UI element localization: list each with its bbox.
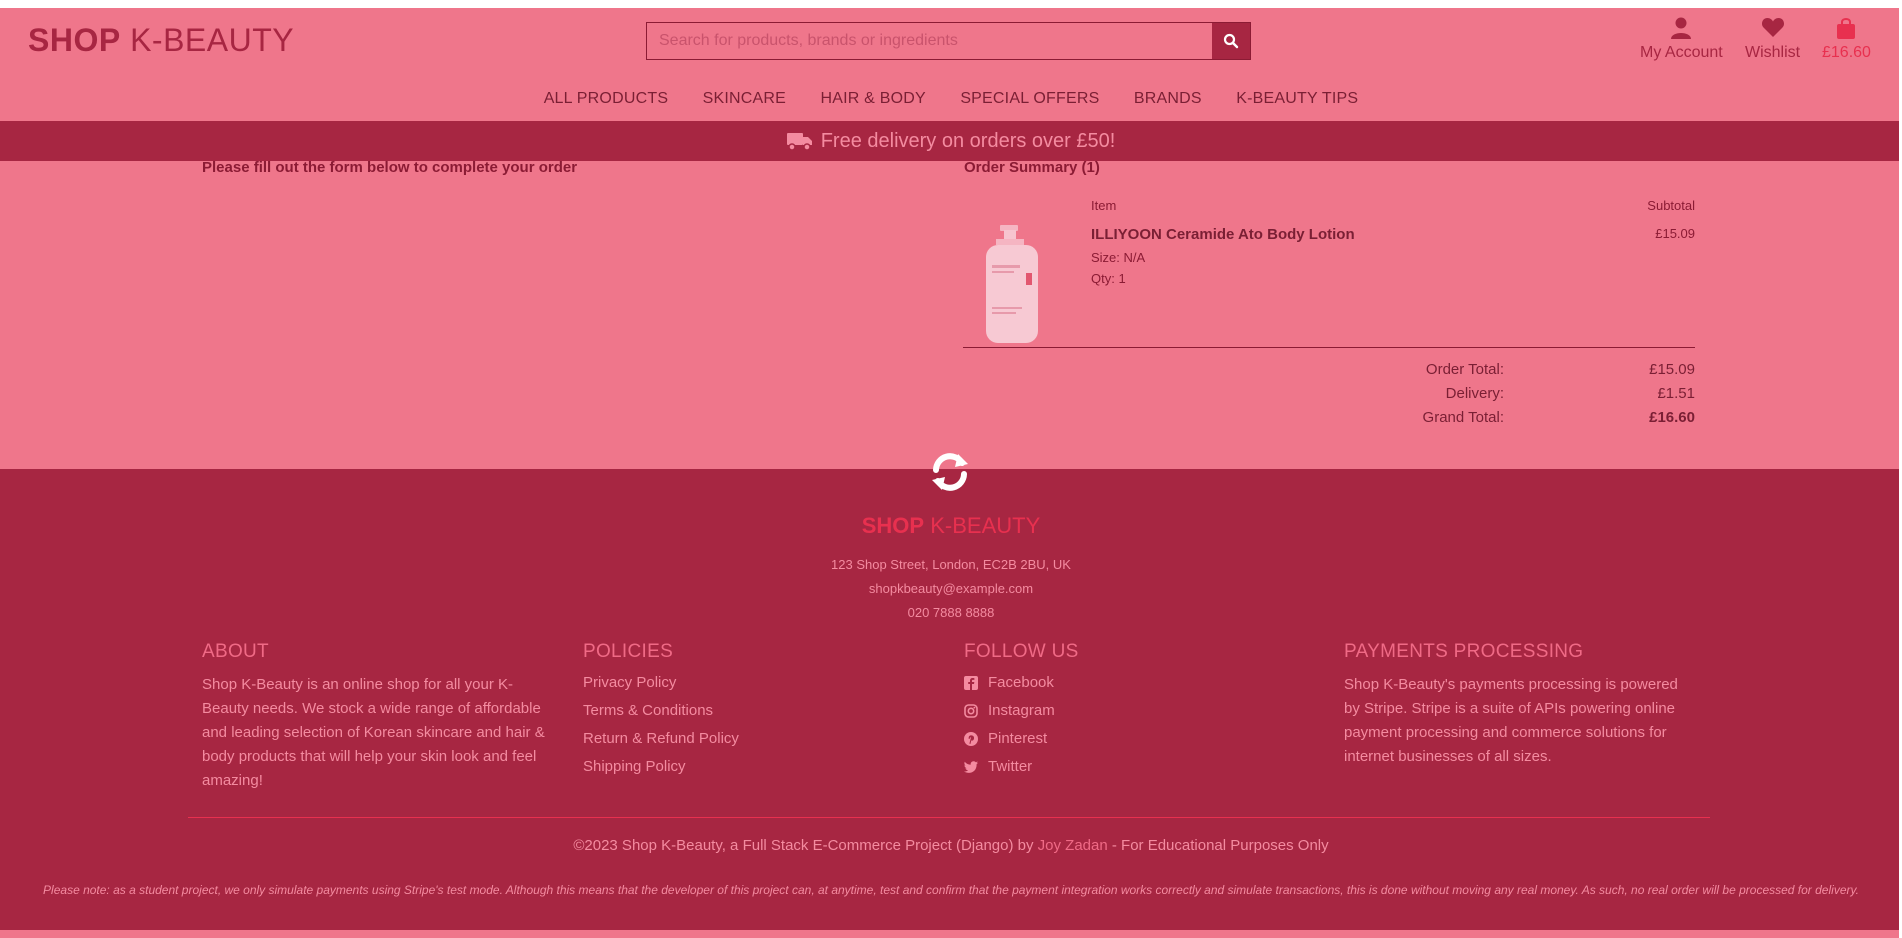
twitter-icon [964,760,978,773]
order-total-value: £15.09 [1649,361,1695,378]
author-link[interactable]: Joy Zadan [1038,837,1108,854]
product-image[interactable] [978,225,1048,345]
form-note: Please fill out the form below to comple… [202,159,578,176]
cart-link[interactable]: £16.60 [1822,16,1871,62]
product-size: Size: N/A [1091,250,1146,265]
search-input[interactable] [647,23,1212,59]
order-total-label: Order Total: [1425,361,1504,378]
my-account-label: My Account [1640,44,1723,61]
copyright: ©2023 Shop K-Beauty, a Full Stack E-Comm… [0,837,1902,854]
terms-link[interactable]: Terms & Conditions [583,702,713,719]
heart-icon [1761,18,1784,37]
search-icon [1223,33,1239,49]
nav-kbeauty-tips[interactable]: K-BEAUTY TIPS [1236,90,1358,108]
payments-heading: PAYMENTS PROCESSING [1344,641,1584,662]
item-column-header: Item [1091,198,1117,213]
instagram-label: Instagram [988,702,1055,719]
banner-text: Free delivery on orders over £50! [820,129,1116,152]
privacy-policy-link[interactable]: Privacy Policy [583,674,676,691]
my-account-link[interactable]: My Account [1640,16,1723,62]
footer-email[interactable]: shopkbeauty@example.com [0,581,1902,596]
instagram-icon [964,703,978,718]
pinterest-label: Pinterest [988,730,1048,747]
shipping-policy-link[interactable]: Shipping Policy [583,758,686,775]
facebook-link[interactable]: Facebook [964,674,1054,691]
nav-brands[interactable]: BRANDS [1134,90,1202,108]
nav-all-products[interactable]: ALL PRODUCTS [544,90,669,108]
logo-bold: SHOP [28,22,121,58]
shopping-bag-icon [1837,18,1856,39]
top-strip [0,0,1902,8]
nav-skincare[interactable]: SKINCARE [703,90,786,108]
pinterest-icon [964,731,978,746]
wishlist-label: Wishlist [1745,44,1801,61]
twitter-link[interactable]: Twitter [964,758,1032,775]
product-subtotal: £15.09 [1655,226,1695,241]
main-nav: ALL PRODUCTS SKINCARE HAIR & BODY SPECIA… [0,90,1902,108]
pinterest-link[interactable]: Pinterest [964,730,1047,747]
search-form [646,22,1251,60]
truck-icon [786,133,812,151]
summary-divider [963,347,1695,348]
footer-address: 123 Shop Street, London, EC2B 2BU, UK [831,557,1071,572]
facebook-icon [964,675,978,690]
site-logo[interactable]: SHOP K-BEAUTY [28,22,294,59]
about-heading: ABOUT [202,641,269,662]
policies-heading: POLICIES [583,641,674,662]
copyright-post: - For Educational Purposes Only [1107,837,1329,854]
loading-spinner-icon [932,453,968,491]
delivery-banner: Free delivery on orders over £50! [0,121,1902,161]
user-icon [1671,17,1692,39]
cart-total: £16.60 [1822,44,1871,61]
product-qty: Qty: 1 [1091,271,1126,286]
grand-total-value: £16.60 [1649,409,1695,426]
logo-rest: K-BEAUTY [120,22,295,58]
payments-text: Shop K-Beauty's payments processing is p… [1344,676,1678,765]
twitter-label: Twitter [988,758,1033,775]
delivery-value: £1.51 [1657,385,1695,402]
instagram-link[interactable]: Instagram [964,702,1055,719]
about-text: Shop K-Beauty is an online shop for all … [202,676,545,789]
wishlist-link[interactable]: Wishlist [1745,16,1800,62]
copyright-pre: ©2023 Shop K-Beauty, a Full Stack E-Comm… [573,837,1038,854]
payment-disclaimer: Please note: as a student project, we on… [43,883,1859,897]
nav-special-offers[interactable]: SPECIAL OFFERS [960,90,1099,108]
search-button[interactable] [1212,23,1250,59]
delivery-label: Delivery: [1445,385,1504,402]
footer-phone: 020 7888 8888 [907,605,995,620]
product-name: ILLIYOON Ceramide Ato Body Lotion [1091,226,1355,243]
refund-policy-link[interactable]: Return & Refund Policy [583,730,739,747]
footer-logo-bold: SHOP [861,513,925,538]
order-summary-title: Order Summary (1) [964,159,1100,176]
follow-heading: FOLLOW US [964,641,1079,662]
nav-hair-body[interactable]: HAIR & BODY [821,90,926,108]
footer-divider [188,817,1710,818]
footer-logo-rest: K-BEAUTY [924,513,1041,538]
footer-logo[interactable]: SHOP K-BEAUTY [0,513,1902,539]
grand-total-label: Grand Total: [1422,409,1504,426]
subtotal-column-header: Subtotal [1647,198,1695,213]
facebook-label: Facebook [988,674,1054,691]
